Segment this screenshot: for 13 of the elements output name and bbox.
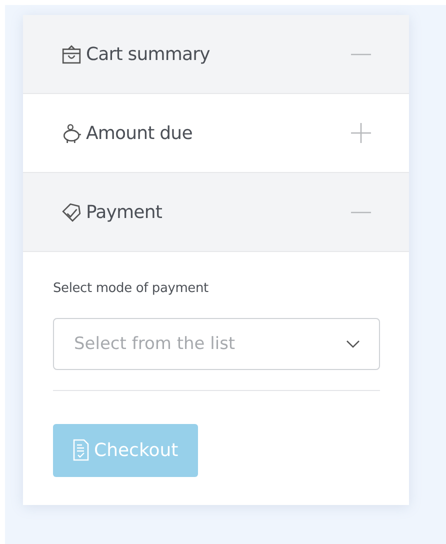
accordion-header[interactable]: Amount due	[23, 94, 409, 173]
field-label: Select mode of payment	[53, 280, 210, 298]
minus-icon	[351, 210, 371, 214]
tag-icon	[61, 202, 82, 222]
chevron-down-icon	[346, 340, 360, 348]
piggy-bank-icon	[61, 122, 82, 144]
plus-icon	[351, 123, 371, 143]
document-check-icon	[73, 439, 89, 461]
accordion-header[interactable]: Cart summary	[23, 15, 409, 94]
gift-box-icon	[61, 44, 82, 64]
payment-select[interactable]: Select from the list	[53, 318, 380, 370]
minus-icon	[351, 52, 371, 56]
accordion-header[interactable]: Payment	[23, 173, 409, 252]
